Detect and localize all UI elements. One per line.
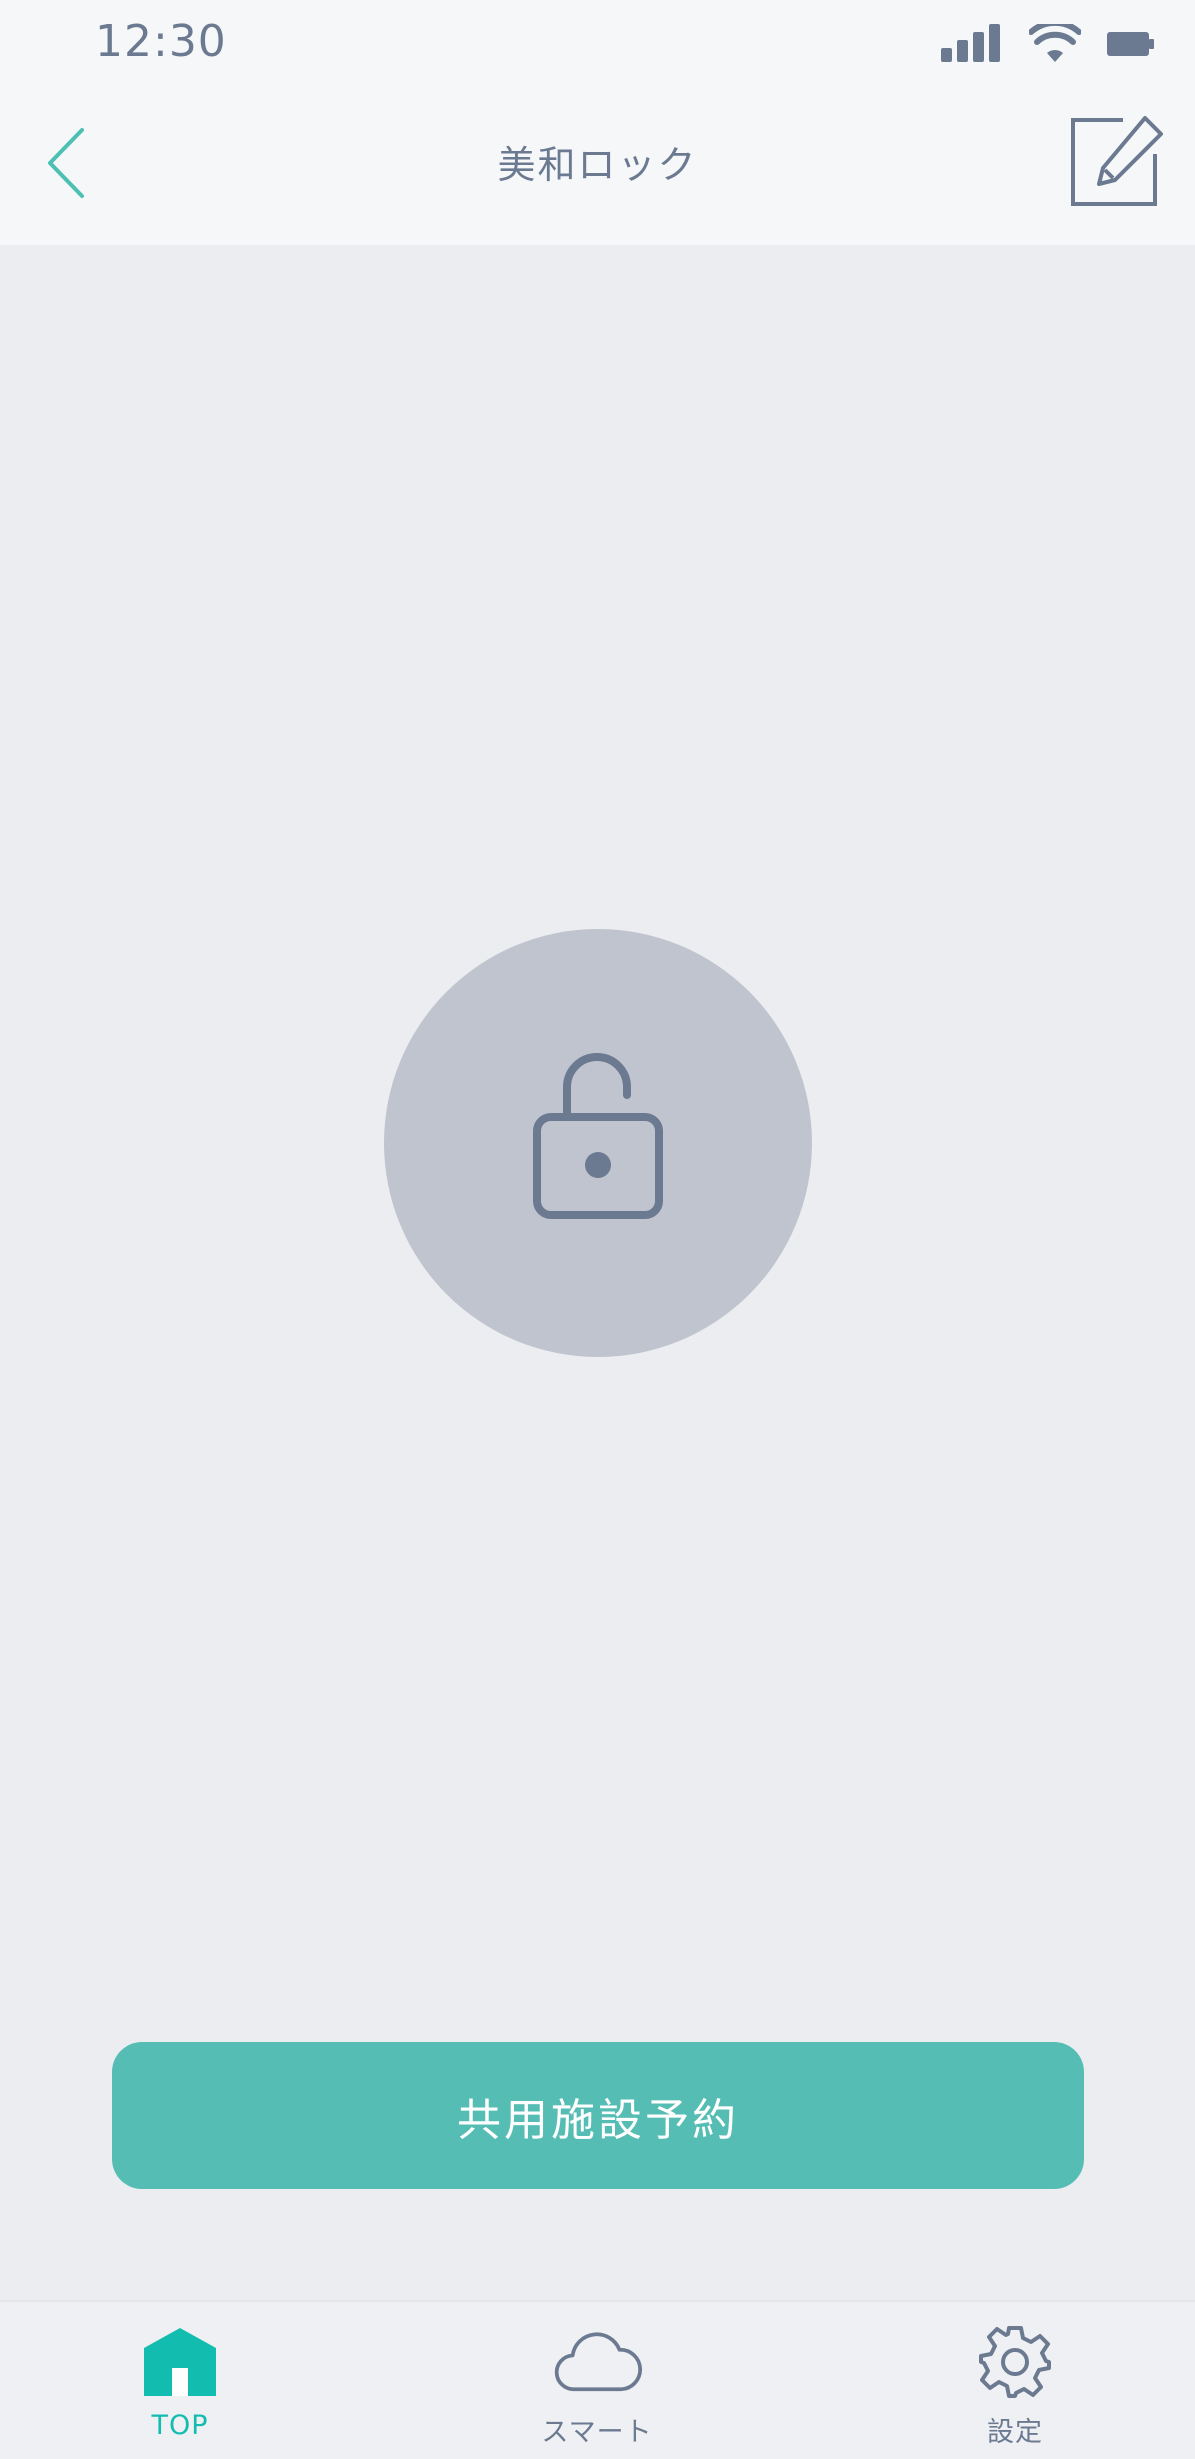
- bottom-tab-bar: TOP スマート 設定: [0, 2300, 1195, 2459]
- tab-settings[interactable]: 設定: [895, 2322, 1135, 2452]
- tab-label: TOP: [151, 2410, 209, 2441]
- home-icon: [135, 2322, 225, 2402]
- tab-smart[interactable]: スマート: [477, 2322, 717, 2452]
- tab-top[interactable]: TOP: [60, 2322, 300, 2452]
- wifi-icon: [1029, 24, 1081, 64]
- tab-label: 設定: [987, 2417, 1043, 2448]
- signal-icon: [941, 24, 1003, 64]
- unlocked-padlock-icon: [523, 1051, 673, 1235]
- edit-button[interactable]: [1065, 112, 1165, 212]
- app-header: 12:30 美和ロック: [0, 0, 1195, 245]
- tab-label: スマート: [541, 2417, 653, 2448]
- status-time: 12:30: [95, 16, 227, 67]
- page-title: 美和ロック: [497, 143, 698, 187]
- facility-reservation-button[interactable]: 共用施設予約: [112, 2042, 1084, 2189]
- gear-icon: [970, 2322, 1060, 2402]
- cloud-icon: [552, 2322, 642, 2402]
- edit-icon: [1065, 116, 1165, 216]
- battery-icon: [1107, 28, 1155, 60]
- status-icons: [941, 14, 1155, 74]
- lock-toggle-button[interactable]: [384, 929, 812, 1357]
